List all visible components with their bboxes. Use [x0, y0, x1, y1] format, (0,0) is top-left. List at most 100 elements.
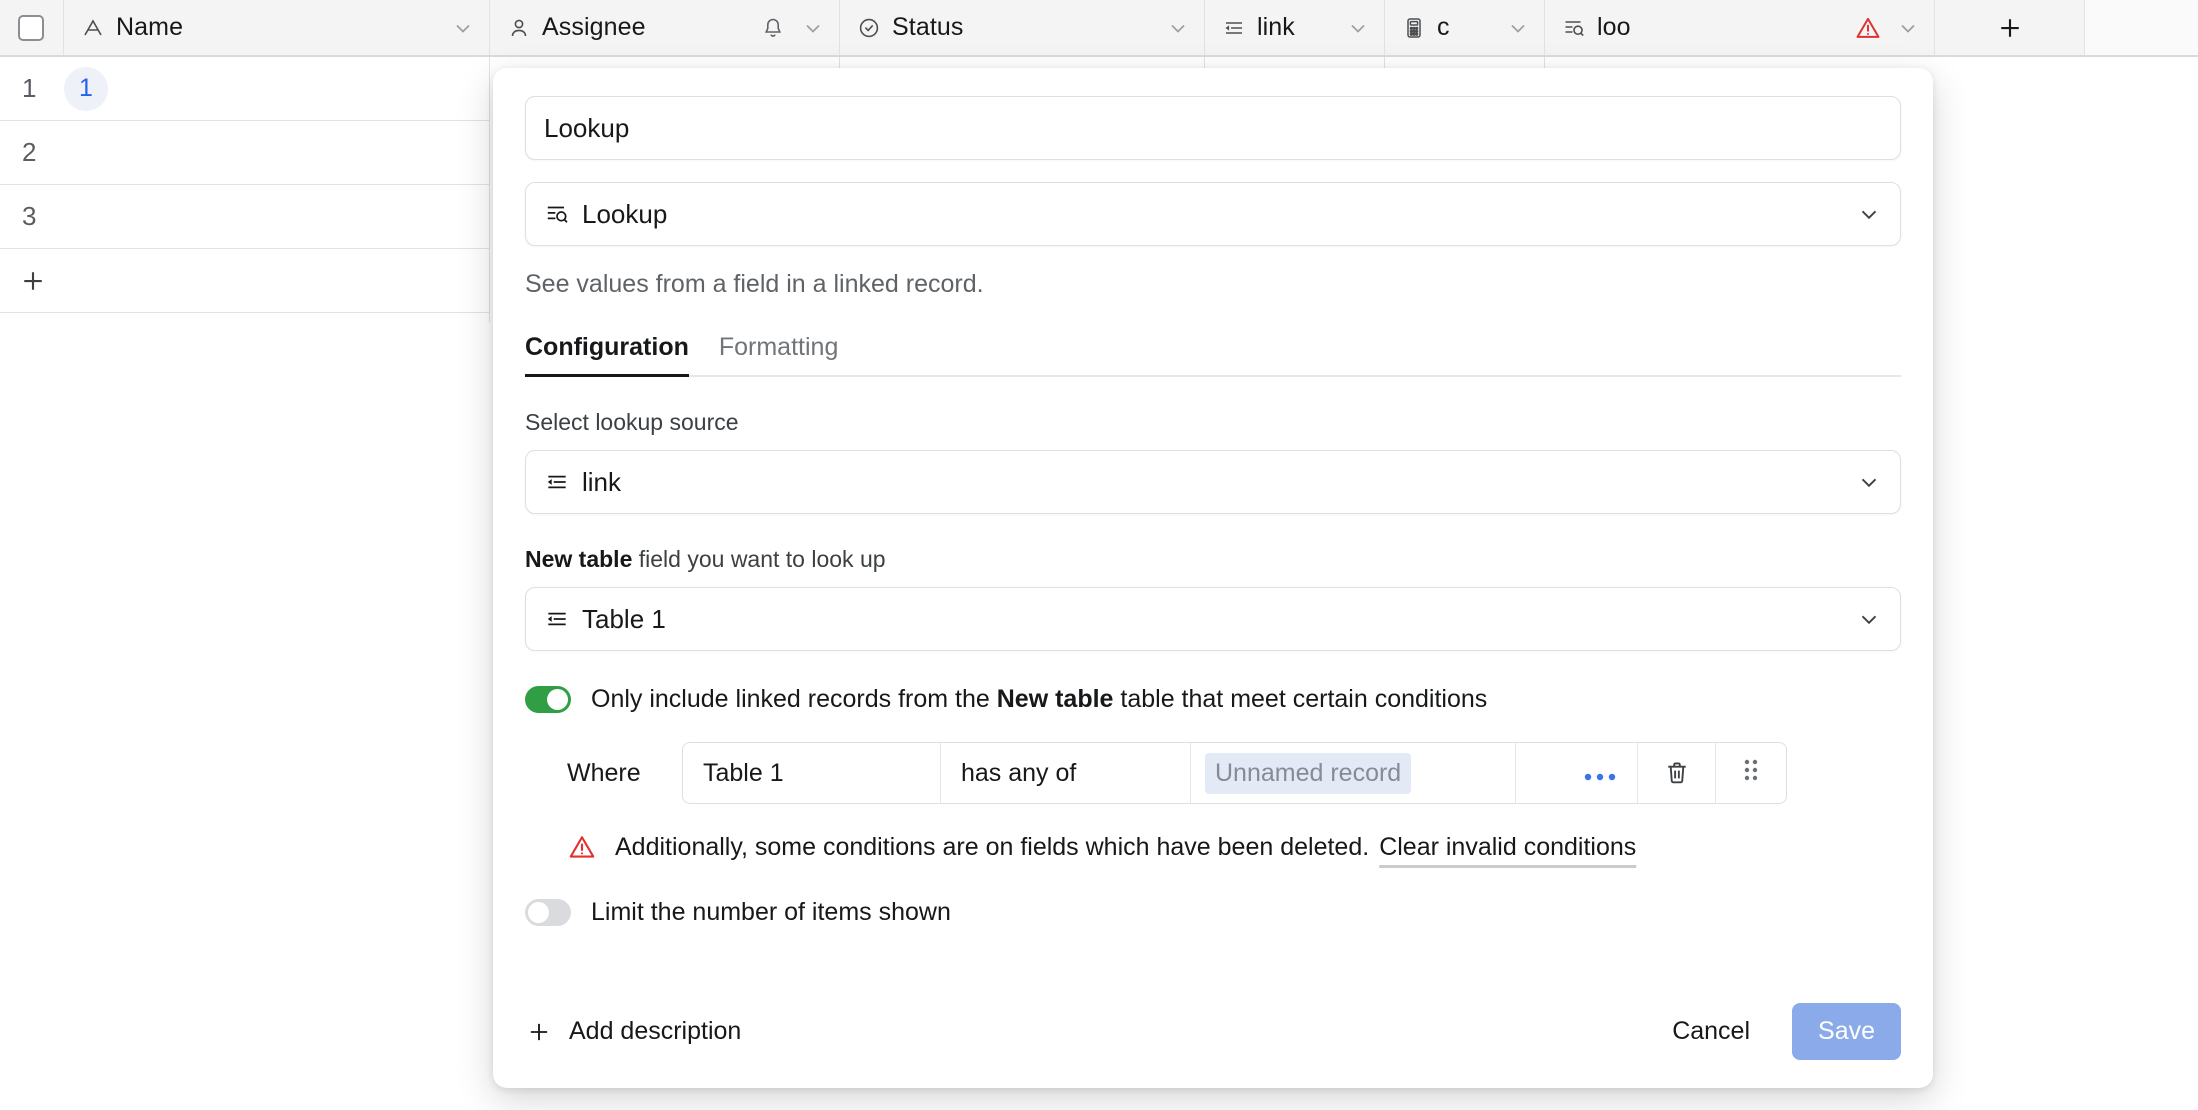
- field-name-input[interactable]: Lookup: [525, 96, 1901, 160]
- chevron-down-icon[interactable]: [1346, 16, 1370, 40]
- grid-header-row: Name Assignee Status link c loo: [0, 0, 2198, 57]
- chevron-down-icon[interactable]: [1166, 16, 1190, 40]
- lookup-source-label: Select lookup source: [525, 409, 739, 435]
- column-header-loo[interactable]: loo: [1545, 0, 1935, 55]
- dialog-tabs: Configuration Formatting: [525, 333, 1901, 377]
- dialog-footer: Add description Cancel Save: [525, 1003, 1901, 1060]
- invalid-conditions-warning: Additionally, some conditions are on fie…: [525, 832, 1901, 862]
- field-type-select[interactable]: Lookup: [525, 182, 1901, 246]
- add-row-button[interactable]: [0, 249, 490, 313]
- condition-field-select[interactable]: Table 1: [683, 743, 941, 803]
- tab-configuration[interactable]: Configuration: [525, 333, 689, 377]
- grid-column-divider: [1384, 57, 1385, 68]
- chevron-down-icon[interactable]: [1856, 606, 1882, 632]
- chevron-down-icon[interactable]: [1896, 16, 1920, 40]
- column-header-label: Name: [116, 13, 184, 41]
- column-header-label: loo: [1597, 13, 1631, 41]
- chevron-down-icon[interactable]: [801, 16, 825, 40]
- column-header-status[interactable]: Status: [840, 0, 1205, 55]
- warning-icon: [567, 832, 597, 862]
- condition-value-chip[interactable]: Unnamed record: [1205, 752, 1412, 794]
- bell-icon[interactable]: [761, 16, 785, 40]
- grid-column-divider: [839, 57, 840, 68]
- lookup-source-select[interactable]: link: [525, 450, 1901, 514]
- link-field-icon: [544, 469, 570, 495]
- conditions-toggle[interactable]: [525, 686, 571, 713]
- lookup-field-label: New table field you want to look up: [525, 546, 1901, 573]
- conditions-toggle-row: Only include linked records from the New…: [525, 685, 1901, 714]
- lookup-field-label-rest: field you want to look up: [632, 546, 886, 572]
- field-type-value: Lookup: [582, 198, 668, 229]
- trash-icon: [1663, 759, 1691, 787]
- add-description-button[interactable]: Add description: [525, 1017, 741, 1046]
- condition-more-button[interactable]: [1516, 743, 1638, 803]
- lookup-field-icon: [1561, 15, 1587, 41]
- lookup-field-icon: [544, 201, 570, 227]
- row-number: 1: [22, 73, 37, 103]
- column-header-assignee[interactable]: Assignee: [490, 0, 840, 55]
- column-header-label: Assignee: [542, 13, 646, 41]
- link-field-icon: [544, 606, 570, 632]
- grid-column-divider: [1204, 57, 1205, 68]
- condition-operator-select[interactable]: has any of: [941, 743, 1191, 803]
- grid-column-divider: [1544, 57, 1545, 68]
- row-name-cell[interactable]: 1: [64, 66, 108, 111]
- column-header-link[interactable]: link: [1205, 0, 1385, 55]
- chevron-down-icon[interactable]: [1506, 16, 1530, 40]
- grid-column-divider: [489, 57, 490, 322]
- column-header-c[interactable]: c: [1385, 0, 1545, 55]
- condition-delete-button[interactable]: [1638, 743, 1716, 803]
- conditions-text-before: Only include linked records from the: [591, 685, 997, 713]
- chevron-down-icon[interactable]: [451, 16, 475, 40]
- conditions-text-after: table that meet certain conditions: [1113, 685, 1488, 713]
- text-field-icon: [80, 15, 106, 41]
- app-root: Name Assignee Status link c loo 1 1 2 3 …: [0, 0, 2198, 1110]
- select-all-header-cell[interactable]: [0, 0, 64, 55]
- add-description-label: Add description: [569, 1017, 742, 1045]
- clear-invalid-conditions-link[interactable]: Clear invalid conditions: [1379, 833, 1636, 862]
- plus-icon: [1995, 13, 2025, 43]
- plus-icon: [525, 1018, 553, 1046]
- column-header-label: c: [1437, 13, 1450, 41]
- dialog-actions: Cancel Save: [1656, 1003, 1901, 1060]
- lookup-field-value: Table 1: [582, 603, 666, 634]
- limit-items-label: Limit the number of items shown: [591, 898, 951, 926]
- save-button[interactable]: Save: [1792, 1003, 1901, 1060]
- single-select-icon: [856, 15, 882, 41]
- user-icon: [506, 15, 532, 41]
- table-row[interactable]: 2: [0, 121, 490, 185]
- limit-items-toggle[interactable]: [525, 899, 571, 926]
- column-header-name[interactable]: Name: [64, 0, 490, 55]
- lookup-field-select[interactable]: Table 1: [525, 587, 1901, 651]
- field-type-description: See values from a field in a linked reco…: [525, 270, 984, 298]
- column-header-label: link: [1257, 13, 1295, 41]
- toggle-knob: [528, 902, 549, 923]
- plus-icon: [0, 266, 48, 296]
- limit-items-toggle-row: Limit the number of items shown: [525, 898, 1901, 927]
- row-number: 3: [22, 201, 37, 231]
- cancel-button[interactable]: Cancel: [1656, 1005, 1766, 1058]
- table-row[interactable]: 3: [0, 185, 490, 249]
- select-all-checkbox[interactable]: [18, 14, 44, 41]
- lookup-field-label-bold: New table: [525, 546, 633, 572]
- condition-where-label: Where: [567, 758, 641, 787]
- formula-icon: [1401, 15, 1427, 41]
- chevron-down-icon[interactable]: [1856, 201, 1882, 227]
- add-column-button[interactable]: [1935, 0, 2085, 55]
- condition-value-input[interactable]: Unnamed record: [1191, 743, 1516, 803]
- drag-handle-icon: [1741, 755, 1761, 792]
- chevron-down-icon[interactable]: [1856, 469, 1882, 495]
- tab-formatting[interactable]: Formatting: [719, 333, 838, 375]
- warning-text: Additionally, some conditions are on fie…: [615, 832, 1370, 861]
- column-header-label: Status: [892, 13, 964, 41]
- condition-row: Where Table 1 has any of Unnamed record: [525, 742, 1901, 804]
- condition-drag-handle[interactable]: [1716, 743, 1786, 803]
- field-editor-dialog: Lookup Lookup See values from a field in…: [493, 68, 1933, 1088]
- conditions-text-bold: New table: [996, 685, 1114, 713]
- lookup-source-value: link: [582, 466, 622, 497]
- ellipsis-icon: [1583, 756, 1617, 790]
- conditions-toggle-label: Only include linked records from the New…: [591, 685, 1487, 714]
- row-number: 2: [22, 137, 37, 167]
- warning-icon[interactable]: [1854, 14, 1882, 42]
- table-row[interactable]: 1 1: [0, 57, 490, 121]
